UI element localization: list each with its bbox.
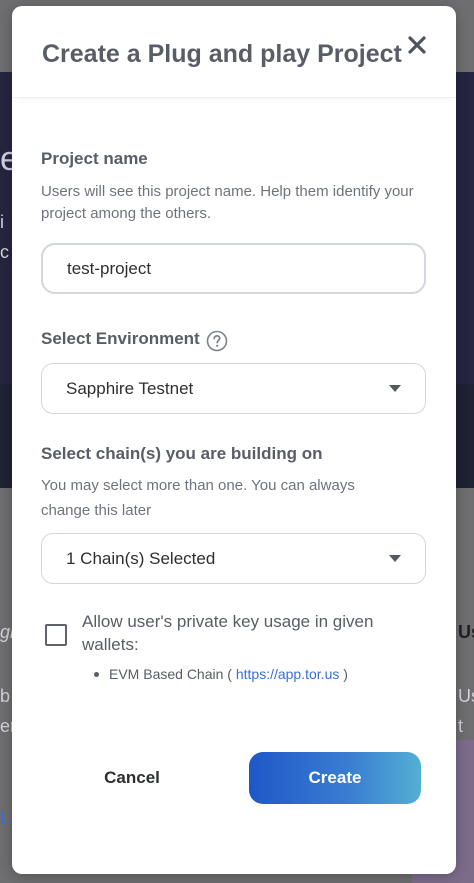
cancel-button[interactable]: Cancel — [72, 752, 192, 804]
background-text-fragment: t — [458, 716, 464, 736]
create-button[interactable]: Create — [249, 752, 421, 804]
wallet-chain-suffix: ) — [343, 666, 348, 682]
background-text-fragment: b — [0, 686, 11, 706]
close-icon — [408, 36, 426, 54]
modal-title: Create a Plug and play Project — [42, 40, 402, 68]
background-text-fragment: c — [0, 242, 9, 262]
caret-down-icon — [389, 554, 401, 562]
create-project-modal: Create a Plug and play Project Project n… — [12, 6, 456, 874]
private-key-checkbox[interactable] — [45, 624, 67, 646]
project-name-help: Users will see this project name. Help t… — [41, 183, 414, 222]
project-name-label: Project name — [41, 149, 148, 168]
background-text-fragment: Us — [458, 622, 474, 642]
background-text-fragment: i — [0, 212, 4, 232]
chains-help: You may select more than one. You can al… — [41, 477, 355, 519]
chains-select-value: 1 Chain(s) Selected — [66, 548, 216, 568]
background-text-fragment: Us — [458, 686, 474, 706]
environment-select-value: Sapphire Testnet — [66, 378, 194, 398]
environment-select[interactable]: Sapphire Testnet — [41, 363, 426, 414]
close-button[interactable] — [406, 34, 428, 56]
caret-down-icon — [389, 384, 401, 392]
wallet-chain-text: EVM Based Chain ( — [109, 666, 232, 682]
private-key-label: Allow user's private key usage in given … — [82, 612, 374, 654]
modal-header: Create a Plug and play Project — [12, 6, 456, 98]
chains-select[interactable]: 1 Chain(s) Selected — [41, 533, 426, 584]
help-circle-icon[interactable] — [206, 330, 228, 352]
wallet-list-item: EVM Based Chain ( https://app.tor.us ) — [94, 666, 348, 682]
project-name-input[interactable] — [41, 243, 426, 294]
bullet-icon — [94, 671, 99, 677]
chains-label: Select chain(s) you are building on — [41, 444, 323, 463]
wallet-link[interactable]: https://app.tor.us — [236, 666, 340, 682]
environment-label: Select Environment — [41, 329, 200, 348]
